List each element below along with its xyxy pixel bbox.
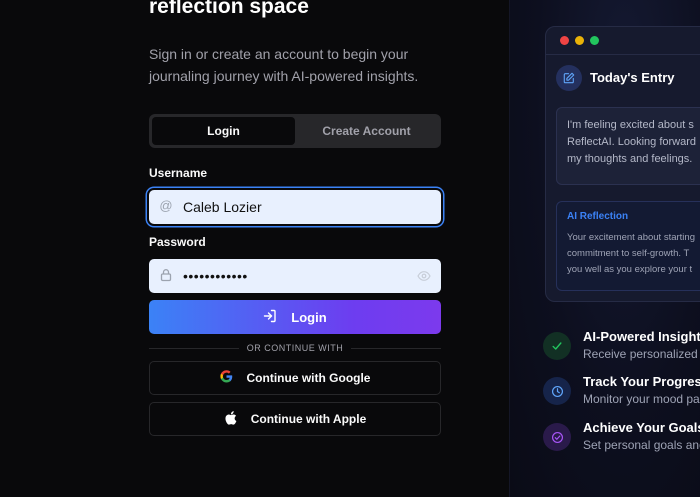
password-field-wrapper: [149, 259, 441, 293]
entry-line: I'm feeling excited about s: [567, 119, 694, 131]
sign-in-icon: [263, 309, 277, 326]
edit-icon: [556, 65, 582, 91]
feature-track-progress: Track Your Progress Monitor your mood pa: [543, 374, 700, 417]
password-label: Password: [149, 235, 206, 249]
divider: OR CONTINUE WITH: [149, 341, 441, 355]
username-field-wrapper: @: [149, 190, 441, 224]
reflection-line: you well as you explore your t: [567, 264, 693, 275]
feature-title: Achieve Your Goals: [583, 420, 700, 435]
login-button-label: Login: [291, 309, 327, 325]
entry-line: ReflectAI. Looking forward: [567, 136, 697, 148]
google-button-label: Continue with Google: [246, 371, 371, 385]
divider-text: OR CONTINUE WITH: [246, 343, 344, 353]
clock-icon: [543, 377, 571, 405]
at-icon: @: [159, 198, 173, 213]
page-heading: reflection space: [149, 0, 309, 18]
eye-icon[interactable]: [417, 269, 431, 283]
lock-icon: [159, 268, 173, 282]
feature-ai-insights: AI-Powered Insights Receive personalized…: [543, 329, 700, 372]
reflection-line: commitment to self-growth. T: [567, 248, 690, 259]
preview-panel: Today's Entry I'm feeling excited about …: [509, 0, 700, 497]
feature-title: Track Your Progress: [583, 374, 700, 389]
close-dot: [560, 36, 569, 45]
check-circle-icon: [543, 423, 571, 451]
username-input[interactable]: [183, 190, 423, 224]
feature-achieve-goals: Achieve Your Goals Set personal goals an…: [543, 420, 700, 463]
window-dots: [560, 36, 599, 45]
check-icon: [543, 332, 571, 360]
google-button[interactable]: Continue with Google: [149, 361, 441, 395]
entry-line: my thoughts and feelings.: [567, 153, 693, 165]
password-input[interactable]: [183, 259, 423, 293]
tab-create-account[interactable]: Create Account: [295, 117, 438, 145]
reflection-title: AI Reflection: [567, 211, 629, 222]
apple-button[interactable]: Continue with Apple: [149, 402, 441, 436]
maximize-dot: [590, 36, 599, 45]
page-subtitle: Sign in or create an account to begin yo…: [149, 46, 419, 84]
google-icon: [219, 370, 233, 386]
journal-preview-card: Today's Entry I'm feeling excited about …: [545, 26, 700, 302]
reflection-line: Your excitement about starting: [567, 232, 695, 243]
apple-icon: [224, 410, 237, 428]
entry-title: Today's Entry: [590, 70, 675, 85]
auth-panel: reflection space Sign in or create an ac…: [0, 0, 509, 497]
feature-desc: Receive personalized r: [583, 347, 700, 361]
login-button[interactable]: Login: [149, 300, 441, 334]
feature-title: AI-Powered Insights: [583, 329, 700, 344]
tab-login[interactable]: Login: [152, 117, 295, 145]
feature-desc: Set personal goals and: [583, 438, 700, 452]
apple-button-label: Continue with Apple: [250, 412, 367, 426]
ai-reflection-box: AI Reflection Your excitement about star…: [556, 201, 700, 291]
username-label: Username: [149, 166, 208, 180]
minimize-dot: [575, 36, 584, 45]
entry-text: I'm feeling excited about s ReflectAI. L…: [556, 107, 700, 185]
auth-tabs: Login Create Account: [149, 114, 441, 148]
feature-desc: Monitor your mood pa: [583, 392, 700, 406]
